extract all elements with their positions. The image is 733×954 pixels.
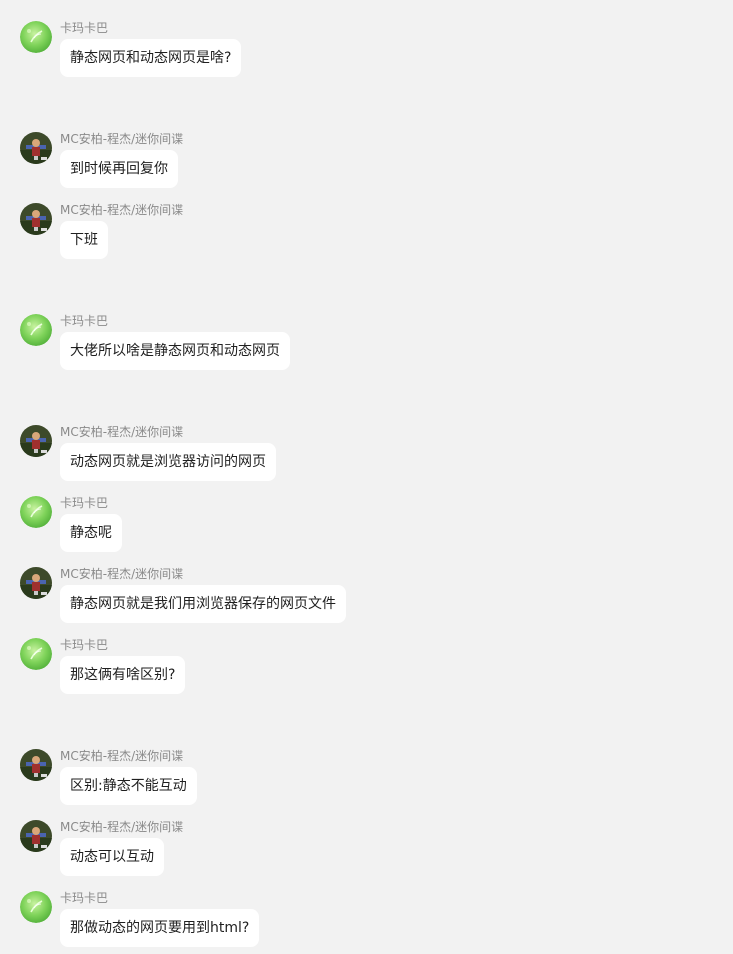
sender-name: MC安柏-程杰/迷你间谍 xyxy=(60,749,184,763)
chat-message: MC安柏-程杰/迷你间谍 静态网页就是我们用浏览器保存的网页文件 xyxy=(20,567,733,627)
sender-name: MC安柏-程杰/迷你间谍 xyxy=(60,820,184,834)
sender-name: 卡玛卡巴 xyxy=(60,496,109,510)
chat-message: 卡玛卡巴 静态呢 xyxy=(20,496,733,556)
message-bubble[interactable]: 静态呢 xyxy=(60,514,122,552)
chat-message: MC安柏-程杰/迷你间谍 动态网页就是浏览器访问的网页 xyxy=(20,425,733,485)
message-bubble[interactable]: 动态网页就是浏览器访问的网页 xyxy=(60,443,276,481)
message-bubble[interactable]: 大佬所以啥是静态网页和动态网页 xyxy=(60,332,290,370)
message-bubble[interactable]: 那这俩有啥区别? xyxy=(60,656,186,694)
message-bubble[interactable]: 静态网页就是我们用浏览器保存的网页文件 xyxy=(60,585,346,623)
chat-message: MC安柏-程杰/迷你间谍 到时候再回复你 xyxy=(20,132,733,192)
message-bubble[interactable]: 那做动态的网页要用到html? xyxy=(60,909,260,947)
message-bubble[interactable]: 动态可以互动 xyxy=(60,838,164,876)
sender-name: 卡玛卡巴 xyxy=(60,21,109,35)
green-leaf-avatar-icon[interactable] xyxy=(20,314,52,346)
person-photo-avatar-icon[interactable] xyxy=(20,749,52,781)
sender-name: 卡玛卡巴 xyxy=(60,891,109,905)
sender-name: 卡玛卡巴 xyxy=(60,314,109,328)
chat-message: 卡玛卡巴 那这俩有啥区别? xyxy=(20,638,733,698)
green-leaf-avatar-icon[interactable] xyxy=(20,496,52,528)
person-photo-avatar-icon[interactable] xyxy=(20,132,52,164)
message-bubble[interactable]: 下班 xyxy=(60,221,108,259)
message-bubble[interactable]: 区别:静态不能互动 xyxy=(60,767,197,805)
person-photo-avatar-icon[interactable] xyxy=(20,820,52,852)
sender-name: 卡玛卡巴 xyxy=(60,638,109,652)
message-bubble[interactable]: 到时候再回复你 xyxy=(60,150,178,188)
person-photo-avatar-icon[interactable] xyxy=(20,203,52,235)
green-leaf-avatar-icon[interactable] xyxy=(20,21,52,53)
chat-message: MC安柏-程杰/迷你间谍 区别:静态不能互动 xyxy=(20,749,733,809)
sender-name: MC安柏-程杰/迷你间谍 xyxy=(60,203,184,217)
message-bubble[interactable]: 静态网页和动态网页是啥? xyxy=(60,39,242,77)
green-leaf-avatar-icon[interactable] xyxy=(20,638,52,670)
chat-message-list: 卡玛卡巴 静态网页和动态网页是啥? MC安柏-程杰/迷你间谍 到时候再回复你 M… xyxy=(0,0,733,954)
chat-message: 卡玛卡巴 静态网页和动态网页是啥? xyxy=(20,21,733,81)
person-photo-avatar-icon[interactable] xyxy=(20,425,52,457)
sender-name: MC安柏-程杰/迷你间谍 xyxy=(60,132,184,146)
chat-message: 卡玛卡巴 那做动态的网页要用到html? xyxy=(20,891,733,951)
chat-message: MC安柏-程杰/迷你间谍 下班 xyxy=(20,203,733,263)
chat-message: 卡玛卡巴 大佬所以啥是静态网页和动态网页 xyxy=(20,314,733,374)
person-photo-avatar-icon[interactable] xyxy=(20,567,52,599)
sender-name: MC安柏-程杰/迷你间谍 xyxy=(60,567,184,581)
chat-message: MC安柏-程杰/迷你间谍 动态可以互动 xyxy=(20,820,733,880)
green-leaf-avatar-icon[interactable] xyxy=(20,891,52,923)
sender-name: MC安柏-程杰/迷你间谍 xyxy=(60,425,184,439)
